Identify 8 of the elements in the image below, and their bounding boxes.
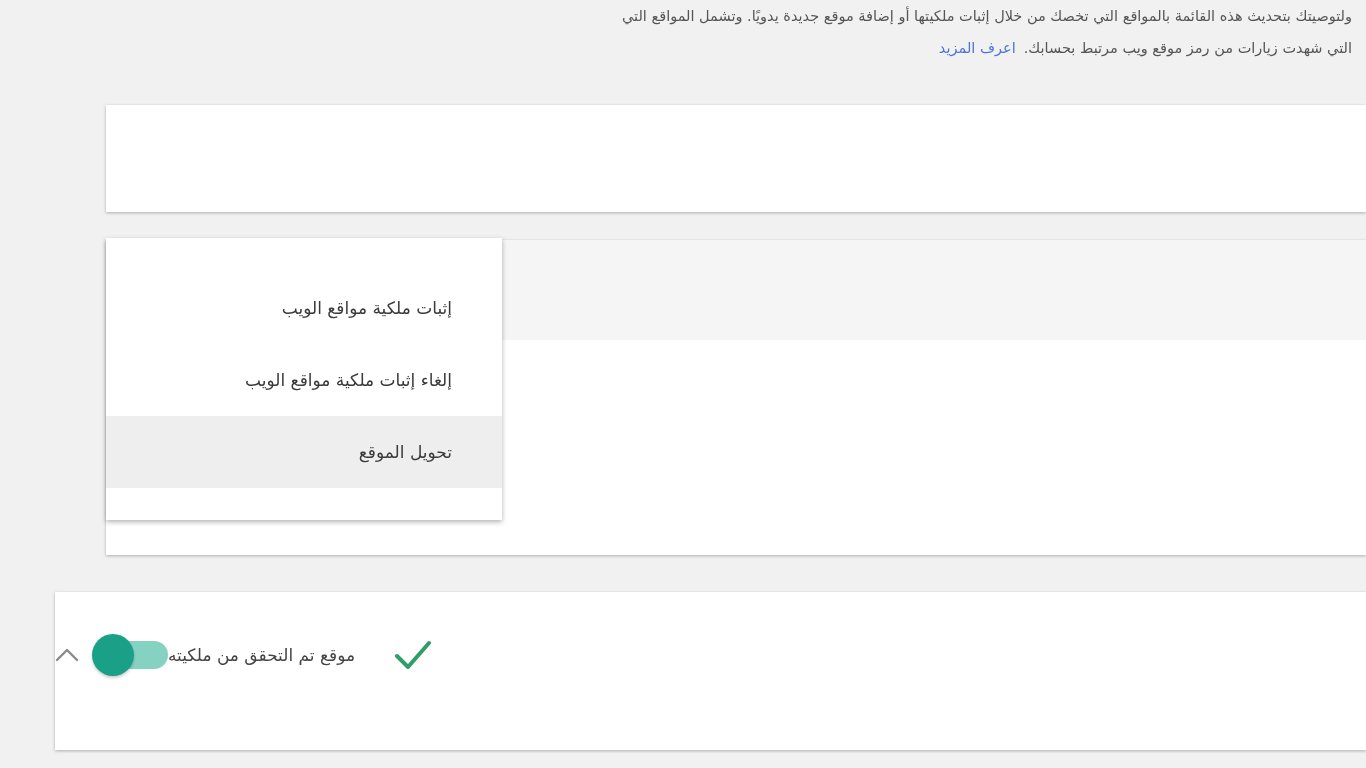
- chevron-icon[interactable]: [55, 648, 79, 662]
- learn-more-link[interactable]: اعرف المزيد: [938, 40, 1016, 56]
- intro-paragraph: ولتوصيتك بتحديث هذه القائمة بالمواقع التي تخصك من خلال إثبات ملكيتها أو إضافة موقع جديدة يدويًا. وتشمل المواقع التي التي شهدت زيارات من رمز موقع ويب مرتبط بحسابك. اعرف المزيد: [621, 5, 1353, 59]
- menu-item[interactable]: إثبات ملكية مواقع الويب: [106, 272, 502, 344]
- menu-item[interactable]: تحويل الموقع: [106, 416, 502, 488]
- menu-item[interactable]: إلغاء إثبات ملكية مواقع الويب: [106, 344, 502, 416]
- site-status-label: موقع تم التحقق من ملكيته: [168, 645, 356, 665]
- toggle-switch[interactable]: [92, 633, 168, 677]
